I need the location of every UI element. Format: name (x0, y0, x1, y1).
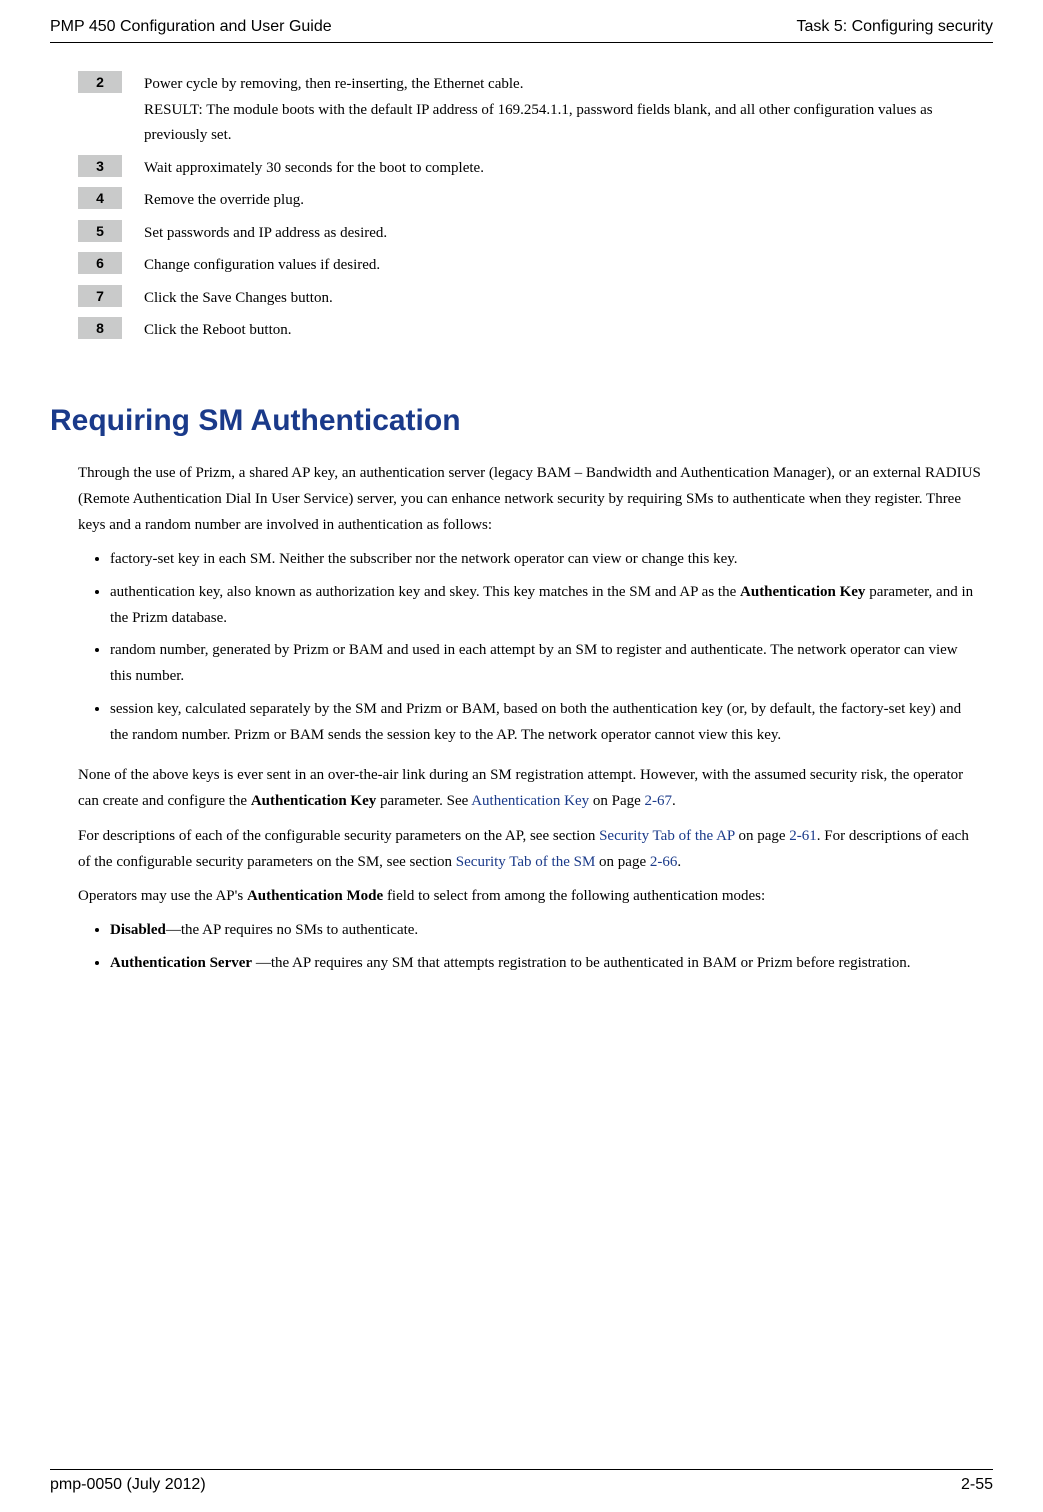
list-item: Disabled—the AP requires no SMs to authe… (110, 917, 983, 943)
link-authentication-key[interactable]: Authentication Key (471, 793, 589, 809)
bullet-list-2: Disabled—the AP requires no SMs to authe… (78, 917, 983, 976)
paragraph: Through the use of Prizm, a shared AP ke… (78, 460, 983, 539)
text-run: Operators may use the AP's (78, 888, 247, 904)
text-bold: Authentication Key (251, 793, 376, 809)
paragraph: For descriptions of each of the configur… (78, 823, 983, 876)
link-page-2-61[interactable]: 2-61 (789, 828, 817, 844)
text-run: parameter. See (376, 793, 471, 809)
body-content: Through the use of Prizm, a shared AP ke… (78, 460, 983, 976)
step-row: 2 Power cycle by removing, then re-insert… (78, 71, 983, 149)
step-text: Remove the override plug. (144, 187, 304, 214)
paragraph: None of the above keys is ever sent in a… (78, 762, 983, 815)
step-number: 6 (78, 252, 122, 274)
step-text: Click the Reboot button. (144, 317, 292, 344)
step-number: 7 (78, 285, 122, 307)
header-left: PMP 450 Configuration and User Guide (50, 18, 332, 36)
step-row: 5 Set passwords and IP address as desired… (78, 220, 983, 247)
list-item: authentication key, also known as author… (110, 579, 983, 632)
section-heading: Requiring SM Authentication (50, 404, 993, 438)
text-bold: Authentication Mode (247, 888, 383, 904)
link-security-tab-ap[interactable]: Security Tab of the AP (599, 828, 735, 844)
page-footer: pmp-0050 (July 2012) 2-55 (50, 1469, 993, 1494)
step-text: Change configuration values if desired. (144, 252, 380, 279)
step-row: 8 Click the Reboot button. (78, 317, 983, 344)
text-run: . (672, 793, 676, 809)
step-text: Power cycle by removing, then re-inserti… (144, 71, 983, 149)
text-run: field to select from among the following… (383, 888, 765, 904)
text-run: . (677, 854, 681, 870)
text-run: on Page (589, 793, 644, 809)
step-number: 4 (78, 187, 122, 209)
step-number: 8 (78, 317, 122, 339)
text-run: on page (595, 854, 650, 870)
paragraph: Operators may use the AP's Authenticatio… (78, 883, 983, 909)
footer-right: 2-55 (961, 1476, 993, 1494)
list-item: random number, generated by Prizm or BAM… (110, 637, 983, 690)
step-text: Set passwords and IP address as desired. (144, 220, 387, 247)
link-page-2-66[interactable]: 2-66 (650, 854, 678, 870)
step-row: 4 Remove the override plug. (78, 187, 983, 214)
list-item: session key, calculated separately by th… (110, 696, 983, 749)
step-row: 3 Wait approximately 30 seconds for the b… (78, 155, 983, 182)
step-number: 3 (78, 155, 122, 177)
step-text: Wait approximately 30 seconds for the bo… (144, 155, 484, 182)
text-run: on page (735, 828, 790, 844)
step-row: 7 Click the Save Changes button. (78, 285, 983, 312)
link-security-tab-sm[interactable]: Security Tab of the SM (456, 854, 596, 870)
step-number: 5 (78, 220, 122, 242)
footer-left: pmp-0050 (July 2012) (50, 1476, 206, 1494)
page-header: PMP 450 Configuration and User Guide Tas… (50, 18, 993, 43)
header-right: Task 5: Configuring security (796, 18, 993, 36)
list-item: Authentication Server —the AP requires a… (110, 950, 983, 976)
steps-list: 2 Power cycle by removing, then re-insert… (78, 71, 983, 344)
step-row: 6 Change configuration values if desired. (78, 252, 983, 279)
link-page-2-67[interactable]: 2-67 (645, 793, 673, 809)
step-text: Click the Save Changes button. (144, 285, 333, 312)
bullet-list-1: factory-set key in each SM. Neither the … (78, 546, 983, 748)
list-item: factory-set key in each SM. Neither the … (110, 546, 983, 572)
text-run: For descriptions of each of the configur… (78, 828, 599, 844)
step-number: 2 (78, 71, 122, 93)
